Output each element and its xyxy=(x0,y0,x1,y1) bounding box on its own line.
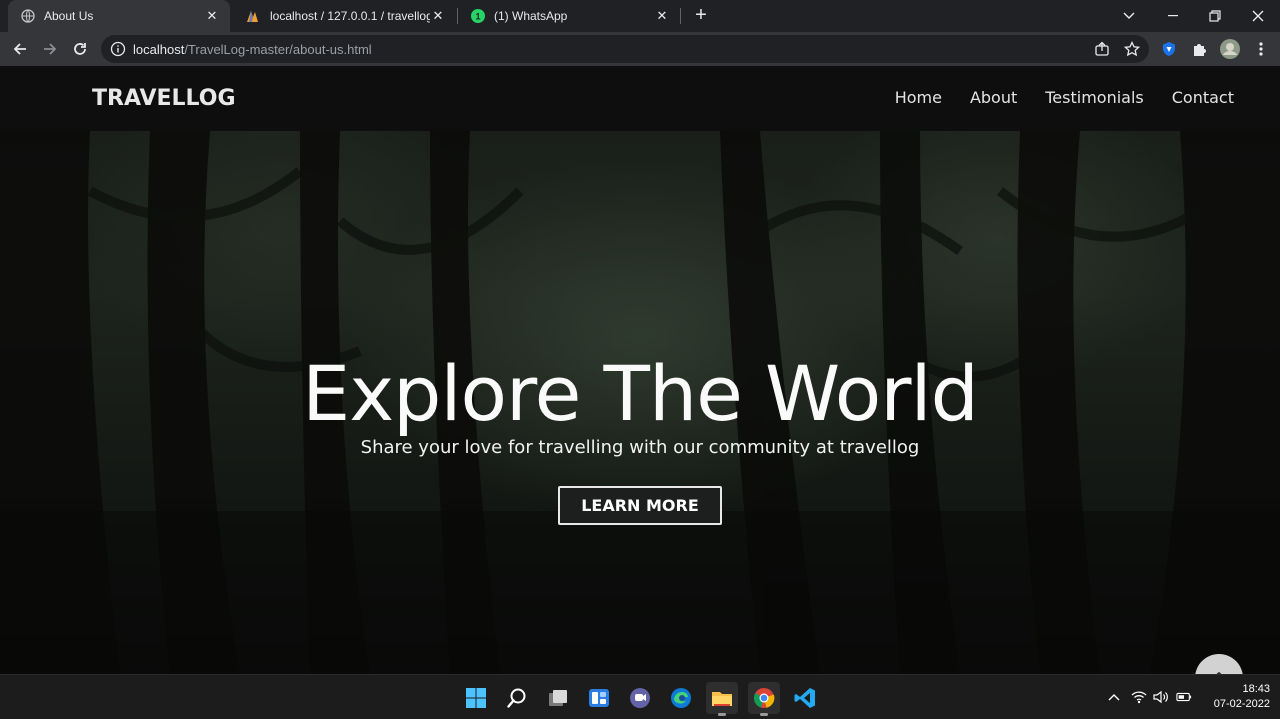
clock-date: 07-02-2022 xyxy=(1213,698,1270,710)
tab-title: (1) WhatsApp xyxy=(494,9,568,23)
hero-section: Explore The World Share your love for tr… xyxy=(0,131,1280,674)
site-logo[interactable]: TRAVELLOG xyxy=(92,86,236,111)
nav-link-testimonials[interactable]: Testimonials xyxy=(1045,88,1144,107)
tab-search-icon[interactable] xyxy=(1107,0,1151,32)
edge-browser-icon[interactable] xyxy=(665,682,697,714)
url-text: localhost/TravelLog-master/about-us.html xyxy=(133,42,372,57)
back-icon[interactable] xyxy=(8,37,32,61)
url-path: /TravelLog-master/about-us.html xyxy=(184,42,372,57)
menu-kebab-icon[interactable] xyxy=(1252,40,1270,58)
file-explorer-icon[interactable] xyxy=(706,682,738,716)
teams-chat-icon[interactable] xyxy=(624,682,656,714)
nav-link-about[interactable]: About xyxy=(970,88,1017,107)
close-tab-icon[interactable]: ✕ xyxy=(204,8,220,24)
task-view-icon[interactable] xyxy=(542,682,574,714)
site-nav-links: Home About Testimonials Contact xyxy=(867,88,1234,107)
browser-tab-bar: About Us ✕ localhost / 127.0.0.1 / trave… xyxy=(0,0,1280,32)
tab-separator xyxy=(680,8,681,24)
tab-title: About Us xyxy=(44,9,94,23)
share-icon[interactable] xyxy=(1094,41,1110,57)
volume-icon[interactable] xyxy=(1153,689,1169,705)
site-info-icon[interactable] xyxy=(110,41,126,57)
minimize-icon[interactable] xyxy=(1151,0,1195,32)
forward-icon[interactable] xyxy=(38,37,62,61)
hero-subtitle: Share your love for travelling with our … xyxy=(360,437,920,458)
tab-phpmyadmin[interactable]: localhost / 127.0.0.1 / travellog | ✕ xyxy=(234,0,456,32)
whatsapp-icon: 1 xyxy=(470,8,486,24)
show-hidden-icons[interactable] xyxy=(1106,689,1122,705)
shield-extension-icon[interactable] xyxy=(1160,40,1178,58)
running-indicator xyxy=(760,713,768,716)
svg-text:1: 1 xyxy=(475,12,480,22)
nav-link-contact[interactable]: Contact xyxy=(1172,88,1234,107)
extensions-puzzle-icon[interactable] xyxy=(1190,40,1208,58)
tab-whatsapp[interactable]: 1 (1) WhatsApp ✕ xyxy=(458,0,680,32)
system-clock[interactable]: 18:43 07-02-2022 xyxy=(1200,682,1270,712)
start-menu-icon[interactable] xyxy=(460,682,492,714)
browser-toolbar: localhost/TravelLog-master/about-us.html xyxy=(0,32,1280,66)
battery-icon[interactable] xyxy=(1176,689,1192,705)
profile-avatar[interactable] xyxy=(1218,37,1242,61)
windows-taskbar: 18:43 07-02-2022 xyxy=(0,674,1280,719)
widgets-icon[interactable] xyxy=(583,682,615,714)
address-bar[interactable]: localhost/TravelLog-master/about-us.html xyxy=(101,35,1149,63)
new-tab-button[interactable]: + xyxy=(690,4,712,26)
web-page: TRAVELLOG Home About Testimonials Contac… xyxy=(0,66,1280,674)
running-indicator xyxy=(718,713,726,716)
close-tab-icon[interactable]: ✕ xyxy=(430,8,446,24)
site-navbar: TRAVELLOG Home About Testimonials Contac… xyxy=(0,66,1280,131)
nav-link-home[interactable]: Home xyxy=(895,88,942,107)
url-host: localhost xyxy=(133,42,185,57)
phpmyadmin-icon xyxy=(246,8,262,24)
globe-icon xyxy=(20,8,36,24)
chrome-browser-icon[interactable] xyxy=(748,682,780,716)
learn-more-button[interactable]: LEARN MORE xyxy=(558,486,722,525)
search-icon[interactable] xyxy=(501,682,533,714)
reload-icon[interactable] xyxy=(68,37,92,61)
clock-time: 18:43 xyxy=(1242,683,1270,695)
close-window-icon[interactable] xyxy=(1236,0,1280,32)
restore-icon[interactable] xyxy=(1193,0,1237,32)
hero-title: Explore The World xyxy=(302,349,979,438)
bookmark-star-icon[interactable] xyxy=(1123,40,1141,57)
vscode-icon[interactable] xyxy=(789,682,821,714)
tab-about-us[interactable]: About Us ✕ xyxy=(8,0,230,32)
close-tab-icon[interactable]: ✕ xyxy=(654,8,670,24)
wifi-icon[interactable] xyxy=(1131,689,1147,705)
tab-title: localhost / 127.0.0.1 / travellog | xyxy=(270,9,430,23)
